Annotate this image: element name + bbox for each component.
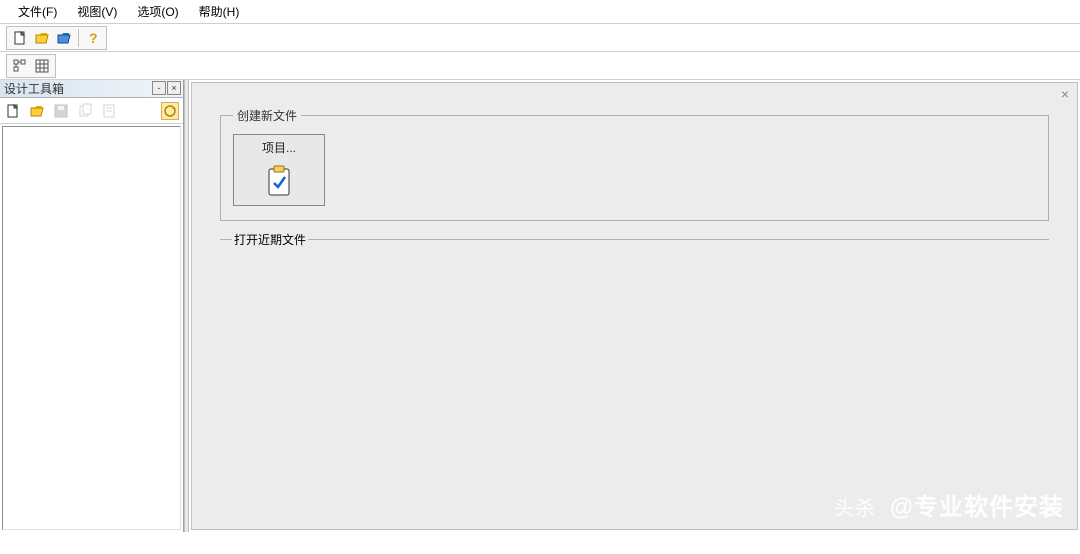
create-new-file-legend: 创建新文件 bbox=[233, 107, 301, 124]
panel-properties-icon bbox=[100, 102, 118, 120]
watermark: 头杀 @专业软件安装 bbox=[834, 487, 1064, 522]
panel-title: 设计工具箱 bbox=[4, 80, 64, 97]
panel-toolbar bbox=[0, 98, 183, 124]
toolbar-group-file: ? bbox=[6, 26, 107, 50]
toolbar-group-view bbox=[6, 54, 56, 78]
open-recent-file-legend: 打开近期文件 bbox=[232, 231, 308, 248]
create-project-button[interactable]: 项目... bbox=[233, 134, 325, 206]
menubar: 文件(F) 视图(V) 选项(O) 帮助(H) bbox=[0, 0, 1080, 24]
watermark-prefix: 头杀 bbox=[834, 498, 876, 520]
grid-view-icon[interactable] bbox=[31, 56, 53, 76]
create-new-file-group: 创建新文件 项目... bbox=[220, 107, 1049, 221]
new-file-icon[interactable] bbox=[9, 28, 31, 48]
panel-body bbox=[2, 126, 181, 530]
panel-refresh-icon[interactable] bbox=[161, 102, 179, 120]
close-icon[interactable]: × bbox=[1057, 87, 1073, 103]
menu-options[interactable]: 选项(O) bbox=[127, 0, 188, 23]
menu-view[interactable]: 视图(V) bbox=[67, 0, 127, 23]
tree-view-icon[interactable] bbox=[9, 56, 31, 76]
help-icon[interactable]: ? bbox=[82, 28, 104, 48]
start-page: × 创建新文件 项目... 打开近期文件 bbox=[191, 82, 1078, 530]
panel-header: 设计工具箱 - × bbox=[0, 80, 183, 98]
secondary-toolbar bbox=[0, 52, 1080, 80]
create-project-label: 项目... bbox=[262, 135, 296, 156]
menu-file[interactable]: 文件(F) bbox=[8, 0, 67, 23]
menu-help[interactable]: 帮助(H) bbox=[189, 0, 250, 23]
panel-copy-icon bbox=[76, 102, 94, 120]
svg-text:?: ? bbox=[89, 30, 98, 46]
content-area: 设计工具箱 - × bbox=[0, 80, 1080, 532]
panel-save-icon bbox=[52, 102, 70, 120]
clipboard-check-icon bbox=[265, 156, 293, 205]
panel-minimize-icon[interactable]: - bbox=[152, 81, 166, 95]
watermark-text: @专业软件安装 bbox=[890, 494, 1064, 521]
open-folder-blue-icon[interactable] bbox=[53, 28, 75, 48]
panel-open-icon[interactable] bbox=[28, 102, 46, 120]
panel-new-icon[interactable] bbox=[4, 102, 22, 120]
splitter[interactable] bbox=[184, 80, 189, 532]
main-toolbar: ? bbox=[0, 24, 1080, 52]
panel-close-icon[interactable]: × bbox=[167, 81, 181, 95]
design-toolbox-panel: 设计工具箱 - × bbox=[0, 80, 184, 532]
open-folder-yellow-icon[interactable] bbox=[31, 28, 53, 48]
toolbar-separator bbox=[78, 29, 79, 47]
